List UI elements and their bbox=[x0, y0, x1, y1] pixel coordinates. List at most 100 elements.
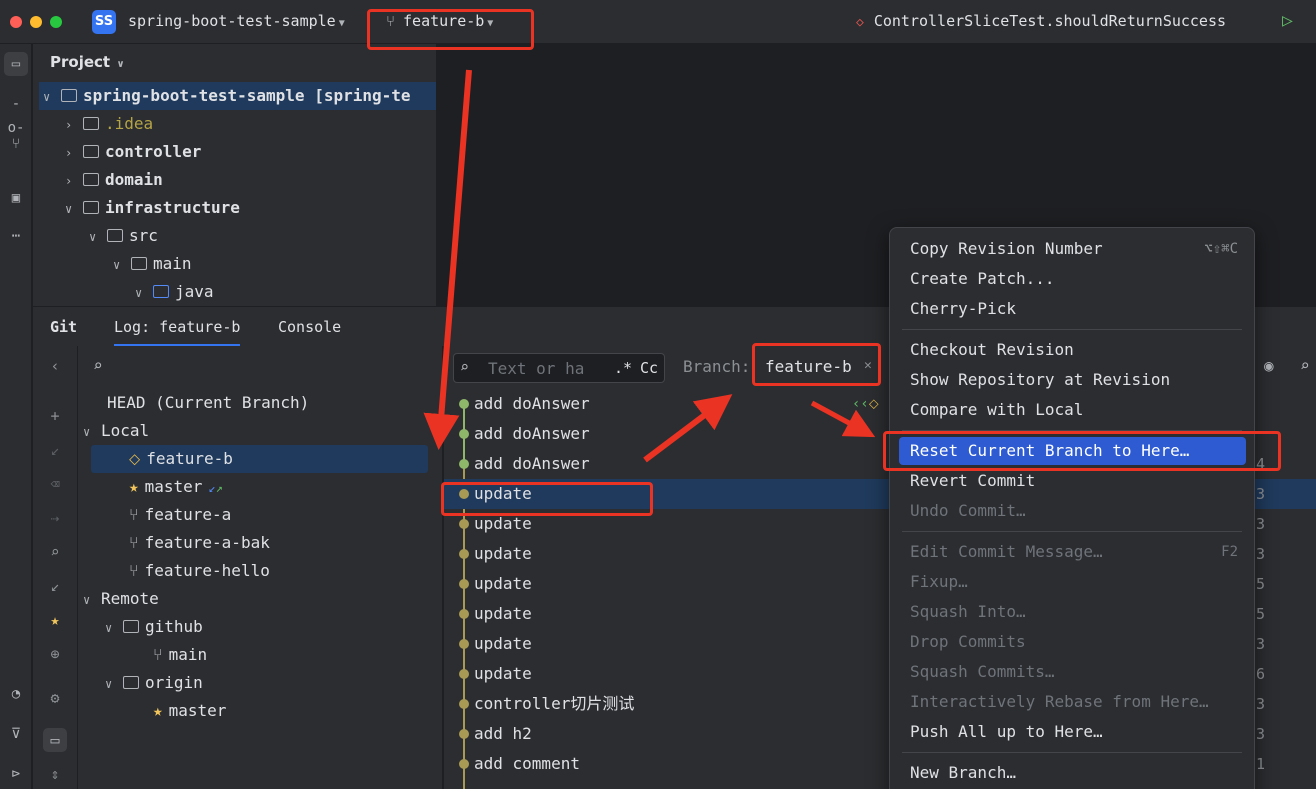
git-window-title: Git bbox=[50, 318, 78, 336]
tab-log[interactable]: Log: feature-b bbox=[114, 318, 241, 346]
tree-node-controller[interactable]: › controller bbox=[65, 138, 201, 166]
menu-item-revert-commit[interactable]: Revert Commit bbox=[910, 467, 1035, 495]
branch-item-feature-a[interactable]: ⑂ feature-a bbox=[129, 501, 231, 529]
tag-icon: ⬦ bbox=[129, 449, 141, 468]
expand-collapse-icon[interactable]: ⇕ bbox=[43, 762, 67, 786]
remote-origin[interactable]: ∨ origin bbox=[105, 669, 203, 697]
branch-group-remote[interactable]: ∨ Remote bbox=[83, 585, 159, 613]
commit-message: add doAnswer bbox=[474, 454, 590, 473]
branch-item-feature-b[interactable]: ⬦ feature-b bbox=[91, 445, 428, 473]
search-icon[interactable]: ⌕ bbox=[1300, 356, 1310, 375]
window-close-button[interactable] bbox=[10, 16, 22, 28]
branch-search-icon[interactable]: ⌕ bbox=[93, 356, 103, 375]
group-by-directory-icon[interactable]: ▭ bbox=[43, 728, 67, 752]
project-folder-icon[interactable]: ▭ bbox=[4, 52, 28, 76]
window-minimize-button[interactable] bbox=[30, 16, 42, 28]
more-tools-icon[interactable]: ⋯ bbox=[4, 224, 28, 248]
menu-item-drop-commits[interactable]: Drop Commits bbox=[910, 628, 1026, 656]
menu-item-compare-local[interactable]: Compare with Local bbox=[910, 396, 1083, 424]
tree-node-label: .idea bbox=[105, 114, 154, 133]
pull-requests-icon[interactable]: ⑂ bbox=[4, 132, 28, 156]
fetch-icon[interactable]: ↙ bbox=[43, 574, 67, 598]
services-icon[interactable]: ⊳ bbox=[4, 762, 28, 786]
commit-node-icon bbox=[459, 579, 469, 589]
branch-item-feature-hello[interactable]: ⑂ feature-hello bbox=[129, 557, 270, 585]
tree-node-domain[interactable]: › domain bbox=[65, 166, 163, 194]
update-icon[interactable]: ↙ bbox=[43, 438, 67, 462]
branch-name: master bbox=[144, 477, 203, 496]
remote-github[interactable]: ∨ github bbox=[105, 613, 203, 641]
menu-item-squash-into[interactable]: Squash Into… bbox=[910, 598, 1026, 626]
log-filter-input[interactable]: ⌕ Text or ha .* Cc bbox=[453, 353, 665, 383]
run-configuration-selector[interactable]: ◇ ControllerSliceTest.shouldReturnSuccess bbox=[856, 12, 1226, 30]
tree-node-root[interactable]: ∨ spring-boot-test-sample [spring-te bbox=[39, 82, 436, 110]
commit-trailing-value: 3 bbox=[1256, 695, 1266, 713]
branch-item-origin-master[interactable]: ★ master bbox=[153, 697, 226, 725]
tree-node-idea[interactable]: › .idea bbox=[65, 110, 153, 138]
eye-icon[interactable]: ◉ bbox=[1264, 356, 1274, 375]
locate-icon[interactable]: ⊕ bbox=[43, 642, 67, 666]
window-zoom-button[interactable] bbox=[50, 16, 62, 28]
menu-item-interactive-rebase[interactable]: Interactively Rebase from Here… bbox=[910, 688, 1209, 716]
merge-icon[interactable]: ⇢ bbox=[43, 506, 67, 530]
commit-node-icon bbox=[459, 549, 469, 559]
project-panel-title[interactable]: Project ∨ bbox=[50, 53, 125, 71]
menu-item-create-patch[interactable]: Create Patch... bbox=[910, 265, 1055, 293]
menu-item-new-branch[interactable]: New Branch… bbox=[910, 759, 1016, 787]
regex-toggle[interactable]: .* bbox=[614, 359, 632, 377]
tree-node-src[interactable]: ∨ src bbox=[89, 222, 158, 250]
favorite-star-icon[interactable]: ★ bbox=[43, 608, 67, 632]
menu-item-cherry-pick[interactable]: Cherry-Pick bbox=[910, 295, 1016, 323]
tree-node-java[interactable]: ∨ java bbox=[135, 278, 214, 306]
profiler-icon[interactable]: ◔ bbox=[4, 682, 28, 706]
branch-item-master[interactable]: ★ master ↙↗ bbox=[129, 473, 223, 501]
annotation-box-branch-filter bbox=[752, 343, 881, 386]
commit-node-icon bbox=[459, 519, 469, 529]
menu-item-push-up-to-here[interactable]: Push All up to Here… bbox=[910, 718, 1103, 746]
project-panel: Project ∨ ∨ spring-boot-test-sample [spri… bbox=[33, 44, 436, 306]
match-case-toggle[interactable]: Cc bbox=[640, 359, 658, 377]
new-branch-icon[interactable]: + bbox=[43, 404, 67, 428]
structure-icon[interactable]: ▣ bbox=[4, 186, 28, 210]
branch-item-feature-a-bak[interactable]: ⑂ feature-a-bak bbox=[129, 529, 270, 557]
bookmark-icon[interactable]: ⊽ bbox=[4, 722, 28, 746]
menu-item-copy-revision[interactable]: Copy Revision Number bbox=[910, 235, 1103, 263]
menu-item-fixup[interactable]: Fixup… bbox=[910, 568, 968, 596]
commit-icon[interactable]: -o- bbox=[4, 92, 28, 136]
run-button[interactable]: ▷ bbox=[1282, 10, 1293, 31]
menu-item-show-repository[interactable]: Show Repository at Revision bbox=[910, 366, 1170, 394]
settings-gear-icon[interactable]: ⚙ bbox=[43, 686, 67, 710]
delete-icon[interactable]: ⌫ bbox=[43, 472, 67, 496]
chevron-right-icon: › bbox=[65, 146, 73, 160]
commit-node-icon bbox=[459, 609, 469, 619]
commit-context-menu: Copy Revision Number ⌥⇧⌘C Create Patch..… bbox=[889, 227, 1255, 789]
search-icon[interactable]: ⌕ bbox=[43, 540, 67, 564]
branch-group-local[interactable]: ∨ Local bbox=[83, 417, 149, 445]
run-config-name: ControllerSliceTest.shouldReturnSuccess bbox=[873, 12, 1227, 30]
collapse-left-icon[interactable]: ‹ bbox=[43, 354, 67, 378]
tree-node-infrastructure[interactable]: ∨ infrastructure bbox=[65, 194, 240, 222]
commit-node-icon bbox=[459, 759, 469, 769]
tree-node-label: java bbox=[175, 282, 214, 301]
annotation-box-selected-commit bbox=[441, 482, 653, 516]
menu-item-edit-message[interactable]: Edit Commit Message… bbox=[910, 538, 1103, 566]
branch-head[interactable]: HEAD (Current Branch) bbox=[107, 389, 309, 417]
branch-name: feature-b bbox=[146, 449, 233, 468]
menu-item-checkout-revision[interactable]: Checkout Revision bbox=[910, 336, 1074, 364]
chevron-down-icon: ∨ bbox=[113, 258, 121, 272]
git-branch-icon: ⑂ bbox=[129, 533, 139, 552]
commit-node-icon bbox=[459, 669, 469, 679]
tab-console[interactable]: Console bbox=[278, 318, 341, 336]
commit-message: add comment bbox=[474, 754, 580, 773]
menu-item-undo-commit[interactable]: Undo Commit… bbox=[910, 497, 1026, 525]
branch-name: feature-a-bak bbox=[144, 533, 270, 552]
tree-node-main[interactable]: ∨ main bbox=[113, 250, 192, 278]
filter-placeholder: Text or ha bbox=[488, 359, 585, 378]
branch-item-github-main[interactable]: ⑂ main bbox=[153, 641, 207, 669]
project-switcher[interactable]: spring-boot-test-sample ▼ bbox=[128, 12, 345, 30]
menu-item-squash-commits[interactable]: Squash Commits… bbox=[910, 658, 1055, 686]
remote-name: origin bbox=[145, 673, 203, 692]
project-badge[interactable]: SS bbox=[92, 10, 116, 34]
chevron-down-icon: ∨ bbox=[43, 90, 51, 104]
tool-window-strip: ▭ -o- ⑂ ▣ ⋯ ◔ ⊽ ⊳ bbox=[0, 44, 32, 789]
